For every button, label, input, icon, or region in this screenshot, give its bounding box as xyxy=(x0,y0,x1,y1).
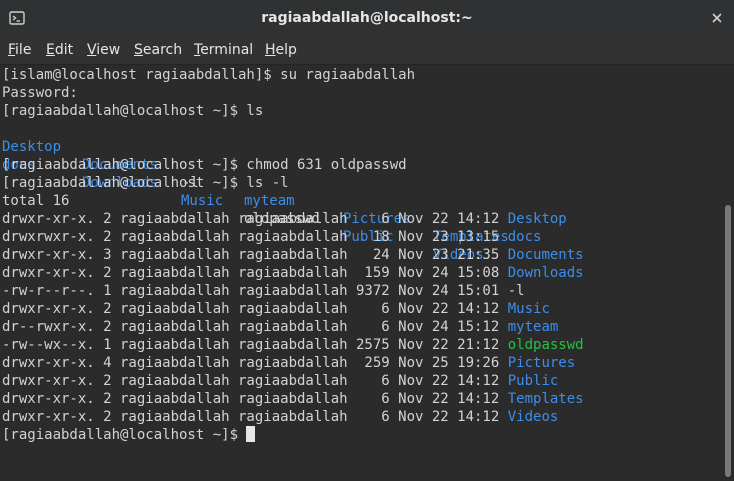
menu-edit-label: Edit xyxy=(46,42,74,58)
terminal-line: Password: xyxy=(2,85,78,101)
menu-terminal-label: Terminal xyxy=(194,42,254,58)
ls-long-row: drwxr-xr-x. 2 ragiaabdallah ragiaabdalla… xyxy=(2,264,584,282)
ls-long-row: drwxr-xr-x. 2 ragiaabdallah ragiaabdalla… xyxy=(2,372,558,390)
title-bar: ragiaabdallah@localhost:~ xyxy=(0,0,734,37)
ls-long-meta: drwxr-xr-x. 2 ragiaabdallah ragiaabdalla… xyxy=(2,301,508,317)
ls-long-meta: drwxr-xr-x. 2 ragiaabdallah ragiaabdalla… xyxy=(2,265,508,281)
menu-edit[interactable]: Edit xyxy=(46,36,73,64)
menu-view-label: View xyxy=(87,42,121,58)
ls-long-row: drwxr-xr-x. 2 ragiaabdallah ragiaabdalla… xyxy=(2,408,558,426)
terminal-output[interactable]: [islam@localhost ragiaabdallah]$ su ragi… xyxy=(0,65,722,481)
ls-long-meta: drwxr-xr-x. 2 ragiaabdallah ragiaabdalla… xyxy=(2,409,508,425)
terminal-line: [ragiaabdallah@localhost ~]$ chmod 631 o… xyxy=(2,157,407,173)
close-icon[interactable] xyxy=(708,9,726,27)
ls-long-row: dr--rwxr-x. 2 ragiaabdallah ragiaabdalla… xyxy=(2,318,558,336)
ls-long-row: drwxr-xr-x. 2 ragiaabdallah ragiaabdalla… xyxy=(2,390,584,408)
ls-long-meta: drwxr-xr-x. 2 ragiaabdallah ragiaabdalla… xyxy=(2,373,508,389)
ls-entry: myteam xyxy=(244,193,295,209)
menu-file[interactable]: File xyxy=(8,36,31,64)
ls-long-filename: Desktop xyxy=(507,211,567,227)
ls-long-meta: drwxr-xr-x. 2 ragiaabdallah ragiaabdalla… xyxy=(2,391,508,407)
ls-long-meta: drwxr-xr-x. 2 ragiaabdallah ragiaabdalla… xyxy=(2,211,508,227)
ls-long-row: drwxr-xr-x. 2 ragiaabdallah ragiaabdalla… xyxy=(2,210,567,228)
ls-output-row: docs Downloads Music oldpasswd Public Vi… xyxy=(2,138,484,263)
ls-long-meta: -rw--wx--x. 1 ragiaabdallah ragiaabdalla… xyxy=(2,337,508,353)
text-cursor xyxy=(246,426,256,442)
ls-long-meta: dr--rwxr-x. 2 ragiaabdallah ragiaabdalla… xyxy=(2,319,508,335)
ls-long-row: drwxr-xr-x. 3 ragiaabdallah ragiaabdalla… xyxy=(2,246,584,264)
ls-long-row: -rw-r--r--. 1 ragiaabdallah ragiaabdalla… xyxy=(2,282,525,300)
ls-long-row: drwxrwxr-x. 2 ragiaabdallah ragiaabdalla… xyxy=(2,228,541,246)
menu-terminal[interactable]: Terminal xyxy=(194,36,253,64)
ls-long-filename: Videos xyxy=(507,409,559,425)
terminal-line: [ragiaabdallah@localhost ~]$ ls -l xyxy=(2,175,289,191)
terminal-prompt-line: [ragiaabdallah@localhost ~]$ xyxy=(2,426,256,444)
menu-file-label: File xyxy=(8,42,32,58)
ls-long-filename: Downloads xyxy=(507,265,584,281)
ls-entry: Music xyxy=(181,193,224,209)
terminal-line: [islam@localhost ragiaabdallah]$ su ragi… xyxy=(2,67,416,83)
ls-output-row: Desktop Documents -l myteam Pictures Tem… xyxy=(2,120,509,245)
terminal-line: [ragiaabdallah@localhost ~]$ ls xyxy=(2,103,264,119)
ls-long-meta: -rw-r--r--. 1 ragiaabdallah ragiaabdalla… xyxy=(2,283,508,299)
ls-long-meta: drwxr-xr-x. 4 ragiaabdallah ragiaabdalla… xyxy=(2,355,508,371)
window-title: ragiaabdallah@localhost:~ xyxy=(261,10,473,26)
ls-long-filename: oldpasswd xyxy=(507,337,584,353)
ls-long-filename: docs xyxy=(507,229,542,245)
ls-long-row: -rw--wx--x. 1 ragiaabdallah ragiaabdalla… xyxy=(2,336,584,354)
ls-long-filename: Documents xyxy=(507,247,584,263)
menu-bar: File Edit View Search Terminal Help xyxy=(0,36,734,65)
ls-long-row: drwxr-xr-x. 4 ragiaabdallah ragiaabdalla… xyxy=(2,354,575,372)
ls-long-filename: Music xyxy=(507,301,550,317)
scrollbar-thumb[interactable] xyxy=(725,205,731,477)
menu-help[interactable]: Help xyxy=(265,36,297,64)
ls-long-meta: drwxrwxr-x. 2 ragiaabdallah ragiaabdalla… xyxy=(2,229,508,245)
ls-long-filename: Pictures xyxy=(507,355,576,371)
menu-view[interactable]: View xyxy=(87,36,120,64)
terminal-line: total 16 xyxy=(2,193,70,209)
ls-long-filename: myteam xyxy=(507,319,559,335)
terminal-window: ragiaabdallah@localhost:~ File Edit View… xyxy=(0,0,734,481)
ls-long-filename: Templates xyxy=(507,391,584,407)
ls-long-row: drwxr-xr-x. 2 ragiaabdallah ragiaabdalla… xyxy=(2,300,550,318)
ls-long-filename: -l xyxy=(507,283,525,299)
menu-search-label: Search xyxy=(134,42,183,58)
menu-search[interactable]: Search xyxy=(134,36,182,64)
menu-help-label: Help xyxy=(265,42,297,58)
ls-long-meta: drwxr-xr-x. 3 ragiaabdallah ragiaabdalla… xyxy=(2,247,508,263)
vertical-scrollbar[interactable] xyxy=(722,65,734,481)
terminal-prompt: [ragiaabdallah@localhost ~]$ xyxy=(2,427,247,443)
ls-long-filename: Public xyxy=(507,373,559,389)
